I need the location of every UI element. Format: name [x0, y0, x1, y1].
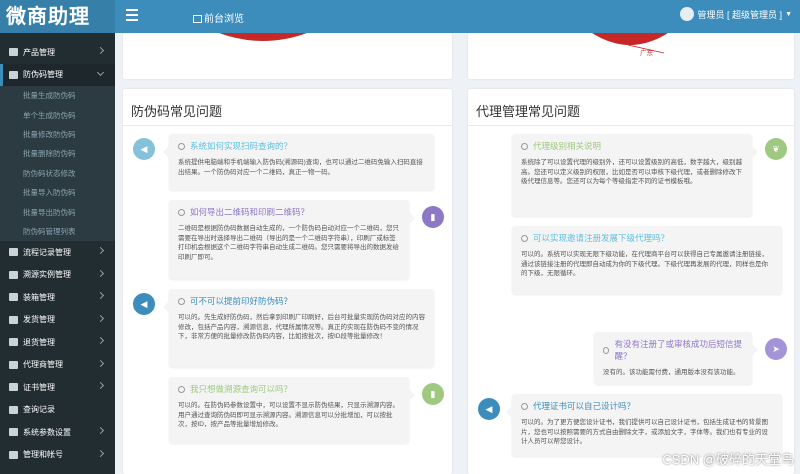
- truck-icon: [9, 315, 18, 324]
- sidebar-submenu: 批量生成防伪码 单个生成防伪码 批量修改防伪码 批量删除防伪码 防伪码状态修改 …: [0, 86, 115, 242]
- sidebar-item-process-records[interactable]: 流程记录管理: [0, 241, 115, 264]
- monitor-icon: [9, 248, 18, 257]
- chevron-left-icon: [96, 359, 105, 367]
- faq-item: 如何导出二维码和印刷二维码？ 二维码是根据防伪码数据自动生成的，一个防伪码自动对…: [169, 200, 415, 279]
- chevron-left-icon: [96, 337, 105, 345]
- divider: [468, 125, 794, 126]
- user-icon: [9, 450, 18, 459]
- chart-callout-label: 广东: [640, 50, 653, 57]
- front-browse-link[interactable]: 前台浏览: [193, 10, 244, 25]
- sidebar-item-returns[interactable]: 退货管理: [0, 331, 115, 354]
- submenu-item-single-generate[interactable]: 单个生成防伪码: [0, 105, 115, 124]
- chevron-left-icon: [96, 269, 105, 277]
- sidebar-item-agents[interactable]: 代理商管理: [0, 354, 115, 377]
- anticounterfeit-faq-panel: 防伪码常见问题 ◀ 系统如何实现扫码查询的？ 系统提供电脑端和手机端输入防伪码(…: [123, 89, 452, 474]
- leaf-icon: [9, 48, 18, 57]
- user-label: 管理员 [ 超级管理员 ]: [697, 9, 783, 20]
- monitor-icon: [193, 15, 202, 23]
- chevron-left-icon: [96, 427, 105, 435]
- faq-item: 有没有注册了或审核成功后短信提醒？ 没有的。该功能需付费，通用版本没有该功能。: [594, 332, 758, 384]
- megaphone-icon: ◀: [133, 138, 155, 160]
- sidebar-item-system-settings[interactable]: 系统参数设置: [0, 421, 115, 444]
- sidebar-item-query-records[interactable]: 查询记录: [0, 399, 115, 422]
- grid-icon: [9, 70, 18, 79]
- chevron-left-icon: [96, 292, 105, 300]
- search-icon: [9, 405, 18, 414]
- divider: [123, 125, 452, 126]
- chevron-down-icon: [96, 68, 105, 76]
- faq-item: 可以实现邀请注册发展下级代理吗？ 可以的。系统可以实现无限下级功能，在代理商平台…: [512, 226, 782, 294]
- faq-item: 代理级别相关说明 系统除了可以设置代理的级别外，还可以设置级别的高低，数字越大，…: [512, 134, 758, 216]
- clock-icon: [178, 208, 185, 216]
- sidebar-item-trace[interactable]: 溯源实例管理: [0, 264, 115, 287]
- book-icon: ▮: [422, 383, 444, 405]
- paper-plane-icon: ➤: [765, 338, 787, 360]
- megaphone-icon: ◀: [478, 398, 500, 420]
- watermark-text: CSDN @破碎的天堂鸟: [662, 452, 794, 467]
- sidebar-item-certificates[interactable]: 证书管理: [0, 376, 115, 399]
- panel-title: 防伪码常见问题: [131, 105, 223, 120]
- submenu-item-batch-export[interactable]: 批量导出防伪码: [0, 202, 115, 221]
- panel-title: 代理管理常见问题: [476, 105, 581, 120]
- chart-panel-left: [123, 33, 452, 79]
- clock-icon: [178, 297, 185, 305]
- clock-icon: [178, 385, 185, 393]
- user-menu[interactable]: 管理员 [ 超级管理员 ] ▼: [679, 7, 792, 21]
- submenu-item-status-edit[interactable]: 防伪码状态修改: [0, 164, 115, 183]
- sidebar-item-accounts[interactable]: 管理和帐号: [0, 444, 115, 467]
- submenu-item-code-list[interactable]: 防伪码管理列表: [0, 222, 115, 241]
- app-logo[interactable]: 微商助理: [0, 0, 115, 33]
- chevron-left-icon: [96, 46, 105, 55]
- sidebar: 产品管理 防伪码管理 批量生成防伪码 单个生成防伪码 批量修改防伪码 批量删除防…: [0, 33, 115, 474]
- clock-icon: [521, 234, 528, 242]
- chevron-left-icon: [96, 382, 105, 390]
- top-navbar: 微商助理 前台浏览 管理员 [ 超级管理员 ] ▼: [0, 0, 800, 33]
- certificate-icon: [9, 383, 18, 392]
- faq-item: 可不可以提前印好防伪码？ 可以的。先生成好防伪码，然后拿到印刷厂印刷好，后台可批…: [163, 289, 434, 367]
- menu-toggle-icon[interactable]: [126, 9, 138, 23]
- chevron-left-icon: [96, 314, 105, 322]
- sidebar-item-shipping[interactable]: 发货管理: [0, 309, 115, 332]
- agent-faq-panel: 代理管理常见问题 ❦ 代理级别相关说明 系统除了可以设置代理的级别外，还可以设置…: [468, 89, 794, 474]
- megaphone-icon: ◀: [133, 293, 155, 315]
- sidebar-item-anticounterfeit[interactable]: 防伪码管理: [0, 63, 115, 86]
- book-icon: ▮: [422, 206, 444, 228]
- leaf-icon: ❦: [765, 138, 787, 160]
- sidebar-item-packing[interactable]: 装箱管理: [0, 286, 115, 309]
- clock-icon: [521, 402, 528, 410]
- chart-fragment-right: [592, 33, 668, 54]
- sidebar-item-product[interactable]: 产品管理: [0, 41, 115, 64]
- submenu-item-batch-edit[interactable]: 批量修改防伪码: [0, 125, 115, 144]
- book-icon: [9, 270, 18, 279]
- submenu-item-batch-import[interactable]: 批量导入防伪码: [0, 183, 115, 202]
- faq-item: 我只想做溯源查询可以吗？ 可以的。在防伪码参数设置中，可以设置不显示防伪结果，只…: [169, 377, 415, 443]
- submenu-item-batch-generate[interactable]: 批量生成防伪码: [0, 86, 115, 105]
- main-content: 广东 防伪码常见问题 ◀ 系统如何实现扫码查询的？ 系统提供电脑端和手机端输入防…: [115, 33, 800, 474]
- chevron-down-icon: ▼: [785, 10, 792, 18]
- wrench-icon: [9, 428, 18, 437]
- chart-fragment-left: [219, 33, 307, 41]
- clock-icon: [178, 142, 185, 150]
- clock-icon: [603, 346, 610, 354]
- chevron-left-icon: [96, 449, 105, 457]
- table-icon: [9, 293, 18, 302]
- clock-icon: [521, 142, 528, 150]
- submenu-item-batch-delete[interactable]: 批量删除防伪码: [0, 144, 115, 163]
- chevron-left-icon: [96, 247, 105, 255]
- faq-item: 代理证书可以自己设计吗？ 可以的。为了更方便您设计证书，我们提供可以自己设计证书…: [506, 394, 782, 456]
- faq-item: 系统如何实现扫码查询的？ 系统提供电脑端和手机端输入防伪码(溯源码)查询，也可以…: [163, 134, 434, 190]
- chart-panel-right: 广东: [468, 33, 794, 79]
- users-icon: [9, 360, 18, 369]
- cube-icon: [9, 338, 18, 347]
- avatar: [679, 7, 694, 21]
